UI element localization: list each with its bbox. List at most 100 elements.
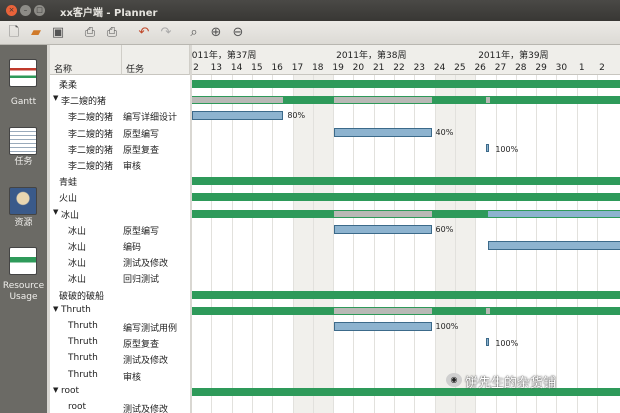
progress-label: 40% xyxy=(435,127,454,137)
day-label: 23 xyxy=(413,63,426,73)
column-header-name[interactable]: 名称 xyxy=(50,45,122,75)
grid-line xyxy=(312,75,314,413)
grid-line xyxy=(353,75,355,413)
table-row[interactable]: 冰山 原型编写 xyxy=(50,222,190,238)
expander-icon[interactable]: ▼ xyxy=(53,208,58,216)
table-row[interactable]: ▼ Thruth xyxy=(50,303,190,319)
week-label: 2011年，第39周 xyxy=(478,51,549,61)
grid-line xyxy=(434,75,436,413)
gantt-chart[interactable]: 80% 40% 100% 60% 100% 100% 2011年，第37周 2011年，第3… xyxy=(192,45,620,413)
minimize-icon[interactable]: – xyxy=(20,5,31,16)
expander-icon[interactable]: ▼ xyxy=(53,94,58,102)
task-bar[interactable] xyxy=(488,241,620,250)
table-row[interactable]: Thruth 原型复查 xyxy=(50,335,190,351)
cell-name: Thruth xyxy=(61,304,91,315)
sidebar-item-resource-usage[interactable]: Resource Usage xyxy=(0,243,47,313)
grid-line xyxy=(272,75,274,413)
milestone-marker[interactable] xyxy=(486,338,490,347)
zoom-out-icon[interactable]: ⊖ xyxy=(228,23,248,43)
task-bar[interactable] xyxy=(334,322,432,331)
day-label: 1 xyxy=(578,63,585,73)
task-bar[interactable] xyxy=(334,224,432,234)
table-row[interactable]: 李二嫂的猪 审核 xyxy=(50,157,190,173)
table-row[interactable]: root 测试及修改 xyxy=(50,400,190,413)
expander-icon[interactable]: ▼ xyxy=(53,386,58,394)
grid-line xyxy=(414,75,416,413)
summary-bar[interactable] xyxy=(192,80,620,88)
table-row[interactable]: Thruth 审核 xyxy=(50,368,190,384)
table-row[interactable]: 青蛙 xyxy=(50,173,190,189)
table-row[interactable]: 李二嫂的猪 原型复查 xyxy=(50,141,190,157)
cell-task: 编写详细设计 xyxy=(123,113,178,124)
table-row[interactable]: 李二嫂的猪 编写详细设计 xyxy=(50,108,190,124)
summary-bar[interactable] xyxy=(192,193,620,202)
day-label: 2 xyxy=(193,63,199,73)
day-label: 15 xyxy=(251,63,263,73)
new-doc-icon[interactable]: 🗋 xyxy=(4,23,24,43)
undo-icon[interactable]: ↶ xyxy=(134,23,154,43)
window-title: xx客户端 - Planner xyxy=(60,8,158,19)
cell-name: 冰山 xyxy=(68,226,87,237)
day-label: 14 xyxy=(230,63,243,73)
day-label: 28 xyxy=(515,63,527,73)
resource-icon xyxy=(9,187,37,215)
table-row[interactable]: 冰山 测试及修改 xyxy=(50,254,190,270)
zoom-fit-icon[interactable]: ⌕ xyxy=(184,23,204,43)
title-bar: × – □ xx客户端 - Planner xyxy=(0,0,620,21)
table-row[interactable]: Thruth 测试及修改 xyxy=(50,351,190,367)
open-folder-icon[interactable]: ▰ xyxy=(26,23,46,43)
cell-task: 回归测试 xyxy=(123,275,160,286)
day-label: 13 xyxy=(210,63,223,73)
grid-line xyxy=(454,75,456,413)
table-row[interactable]: 李二嫂的猪 原型编写 xyxy=(50,125,190,141)
task-segment xyxy=(488,210,620,217)
table-row[interactable]: ▼ root xyxy=(50,384,190,400)
cell-task: 审核 xyxy=(123,372,142,383)
table-row[interactable]: ▼ 李二嫂的猪 xyxy=(50,92,190,108)
cell-name: Thruth xyxy=(68,369,98,380)
weekend-shade xyxy=(434,75,455,413)
progress-label: 100% xyxy=(495,144,519,154)
day-label: 30 xyxy=(555,63,568,73)
cell-name: 李二嫂的猪 xyxy=(61,97,107,108)
table-row[interactable]: 冰山 回归测试 xyxy=(50,270,190,286)
cell-task: 测试及修改 xyxy=(123,405,169,413)
summary-bar[interactable] xyxy=(192,177,620,186)
expander-icon[interactable]: ▼ xyxy=(53,305,58,313)
progress-segment xyxy=(192,97,284,104)
cell-task: 原型编写 xyxy=(123,129,160,140)
table-row[interactable]: Thruth 编写测试用例 xyxy=(50,319,190,335)
progress-segment xyxy=(486,97,491,104)
cell-name: 冰山 xyxy=(61,210,80,221)
day-label: 16 xyxy=(271,63,283,73)
progress-label: 60% xyxy=(435,224,454,234)
grid-line xyxy=(373,75,375,413)
cell-name: 柔柔 xyxy=(59,81,78,91)
cell-name: 冰山 xyxy=(68,275,87,286)
cell-name: 李二嫂的猪 xyxy=(68,145,114,156)
task-bar[interactable] xyxy=(192,111,284,121)
redo-icon[interactable]: ↷ xyxy=(156,23,176,43)
maximize-icon[interactable]: □ xyxy=(34,5,45,16)
table-row[interactable]: 破破的破船 xyxy=(50,287,190,303)
task-bar[interactable] xyxy=(334,127,432,137)
column-header-task[interactable]: 任务 xyxy=(122,45,190,75)
table-row[interactable]: 柔柔 xyxy=(50,76,190,92)
table-row[interactable]: 火山 xyxy=(50,189,190,205)
print-preview-icon[interactable]: ⎙ xyxy=(102,23,122,43)
close-icon[interactable]: × xyxy=(6,5,17,16)
table-row[interactable]: ▼ 冰山 xyxy=(50,206,190,222)
view-sidebar: Gantt 任务 资源 Resource Usage xyxy=(0,45,47,413)
save-icon[interactable]: ▣ xyxy=(48,23,68,43)
weekend-shade xyxy=(454,75,476,413)
milestone-marker[interactable] xyxy=(486,143,490,152)
grid-line xyxy=(231,75,233,413)
day-label: 19 xyxy=(332,63,344,73)
sidebar-item-gantt[interactable]: Gantt xyxy=(0,55,47,125)
zoom-in-icon[interactable]: ⊕ xyxy=(206,23,226,43)
summary-bar[interactable] xyxy=(192,290,620,299)
print-icon[interactable]: ⎙ xyxy=(80,23,100,43)
day-label: 25 xyxy=(454,63,466,73)
cell-name: root xyxy=(68,402,87,412)
table-row[interactable]: 冰山 编码 xyxy=(50,238,190,254)
